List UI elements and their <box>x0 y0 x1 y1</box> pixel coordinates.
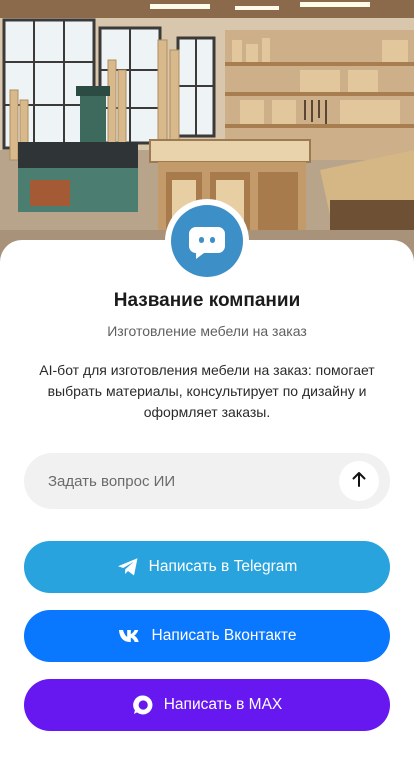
vk-button[interactable]: Написать Вконтакте <box>24 610 390 662</box>
company-tagline: Изготовление мебели на заказ <box>107 323 307 339</box>
max-icon <box>132 694 154 716</box>
ask-ai-field <box>24 453 390 509</box>
send-button[interactable] <box>339 461 379 501</box>
vk-button-label: Написать Вконтакте <box>151 627 297 644</box>
bot-avatar <box>165 199 249 283</box>
vk-icon <box>118 628 142 644</box>
chat-bot-icon <box>171 205 243 277</box>
company-name: Название компании <box>113 290 301 311</box>
ask-ai-input[interactable] <box>48 453 338 509</box>
telegram-button[interactable]: Написать в Telegram <box>24 541 390 593</box>
max-button-label: Написать в MAX <box>163 696 283 713</box>
telegram-icon <box>117 557 139 577</box>
arrow-up-icon <box>350 470 368 493</box>
telegram-button-label: Написать в Telegram <box>148 558 298 575</box>
bot-description: AI-бот для изготовления мебели на заказ:… <box>39 362 375 420</box>
max-button[interactable]: Написать в MAX <box>24 679 390 731</box>
